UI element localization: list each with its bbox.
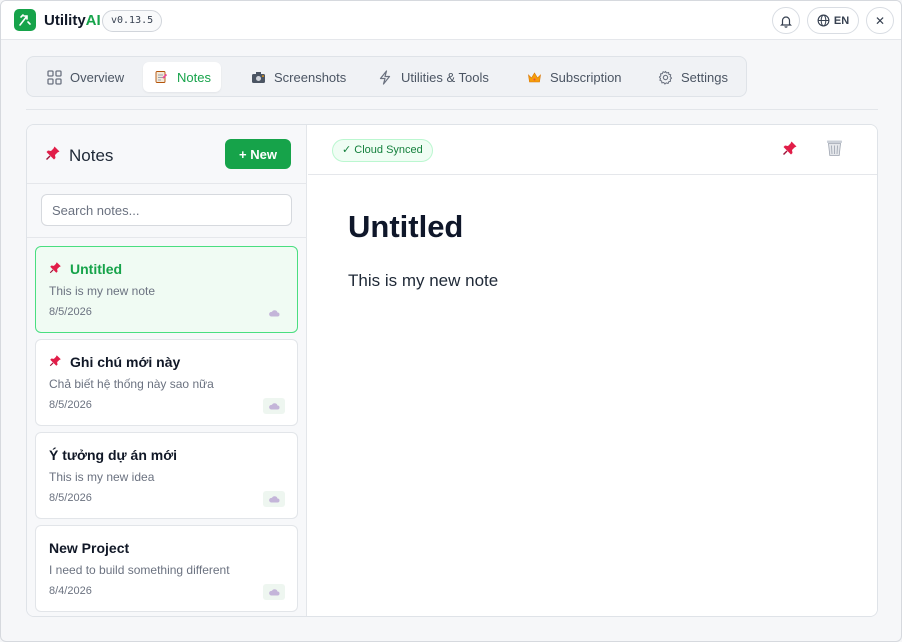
app-logo-icon — [14, 9, 36, 31]
note-item-preview: I need to build something different — [49, 563, 230, 577]
note-item-title-text: Ý tưởng dự án mới — [49, 447, 178, 463]
tab-subscription-label: Subscription — [550, 69, 622, 85]
note-item-preview: This is my new note — [49, 284, 156, 298]
tab-notes-label: Notes — [177, 69, 211, 85]
pushpin-icon — [782, 140, 798, 161]
note-item-ghi-chu[interactable]: Ghi chú mới này Chả biết hệ thống này sa… — [35, 339, 298, 426]
tab-subscription[interactable]: Subscription — [516, 62, 632, 92]
notes-sidebar: Notes + New Untitled This is my new note — [27, 125, 307, 616]
note-item-title: Untitled — [49, 261, 122, 277]
search-notes-input[interactable] — [41, 194, 292, 226]
note-item-title: Ghi chú mới này — [49, 354, 180, 370]
tab-utilities[interactable]: Utilities & Tools — [367, 62, 499, 92]
cloud-icon — [263, 584, 285, 600]
note-item-preview: Chả biết hệ thống này sao nữa — [49, 377, 214, 391]
globe-icon — [817, 14, 830, 27]
gear-icon — [657, 69, 673, 85]
note-item-date: 8/5/2026 — [49, 399, 92, 411]
note-editor: ✓ Cloud Synced Untitled This is my new n… — [308, 125, 877, 616]
tab-settings-label: Settings — [681, 69, 728, 85]
note-title[interactable]: Untitled — [348, 209, 463, 245]
camera-icon — [250, 69, 266, 85]
crown-icon — [526, 69, 542, 85]
note-item-title-text: Untitled — [70, 261, 123, 277]
close-button[interactable]: ✕ — [866, 7, 894, 34]
note-body[interactable]: This is my new note — [348, 271, 498, 291]
cloud-icon — [263, 398, 285, 414]
note-item-title-text: New Project — [49, 540, 130, 556]
notes-panel: Notes + New Untitled This is my new note — [26, 124, 878, 617]
app-name: UtilityAI — [44, 12, 101, 29]
title-bar: UtilityAI v0.13.5 EN ✕ — [1, 1, 901, 40]
note-item-date: 8/4/2026 — [49, 585, 92, 597]
note-item-preview: This is my new idea — [49, 470, 155, 484]
search-area — [27, 184, 307, 238]
notifications-button[interactable] — [772, 7, 800, 34]
header-divider — [26, 109, 878, 110]
sidebar-title: Notes — [45, 145, 113, 166]
tab-settings[interactable]: Settings — [647, 62, 738, 92]
close-icon: ✕ — [874, 13, 886, 28]
memo-icon — [153, 69, 169, 85]
cloud-icon — [263, 305, 285, 321]
pushpin-icon — [45, 145, 61, 166]
tab-screenshots[interactable]: Screenshots — [240, 62, 356, 92]
version-badge: v0.13.5 — [102, 10, 163, 32]
tab-utilities-label: Utilities & Tools — [401, 69, 489, 85]
lightning-icon — [377, 69, 393, 85]
main-tabs: Overview Notes Screenshots Utilities & T… — [26, 56, 747, 97]
app-name-main: Utility — [44, 12, 86, 29]
sidebar-header: Notes + New — [27, 125, 307, 184]
note-item-untitled[interactable]: Untitled This is my new note 8/5/2026 — [35, 246, 298, 333]
tab-notes[interactable]: Notes — [143, 62, 221, 92]
note-item-title: New Project — [49, 540, 129, 556]
note-item-y-tuong[interactable]: Ý tưởng dự án mới This is my new idea 8/… — [35, 432, 298, 519]
note-item-date: 8/5/2026 — [49, 492, 92, 504]
note-list: Untitled This is my new note 8/5/2026 Gh… — [27, 238, 307, 616]
tab-overview[interactable]: Overview — [36, 62, 134, 92]
pushpin-icon — [49, 354, 62, 370]
tab-screenshots-label: Screenshots — [274, 69, 347, 85]
bell-icon — [779, 14, 793, 28]
delete-note-button[interactable] — [825, 140, 843, 160]
app-name-accent: AI — [85, 12, 101, 29]
cloud-icon — [263, 491, 285, 507]
editor-toolbar: ✓ Cloud Synced — [308, 125, 877, 175]
note-item-new-project[interactable]: New Project I need to build something di… — [35, 525, 298, 612]
wastebasket-icon — [826, 139, 843, 162]
language-button[interactable]: EN — [807, 7, 859, 34]
sidebar-title-text: Notes — [69, 145, 114, 165]
note-item-title-text: Ghi chú mới này — [70, 354, 181, 370]
note-item-title: Ý tưởng dự án mới — [49, 447, 177, 463]
pushpin-icon — [49, 261, 62, 277]
grid-icon — [46, 69, 62, 85]
note-item-date: 8/5/2026 — [49, 306, 92, 318]
cloud-synced-badge: ✓ Cloud Synced — [332, 139, 433, 162]
language-label: EN — [833, 14, 850, 27]
pin-note-button[interactable] — [781, 141, 799, 159]
new-note-button[interactable]: + New — [225, 139, 291, 169]
app-window: UtilityAI v0.13.5 EN ✕ Overview Notes Sc… — [0, 0, 902, 642]
tab-overview-label: Overview — [70, 69, 125, 85]
